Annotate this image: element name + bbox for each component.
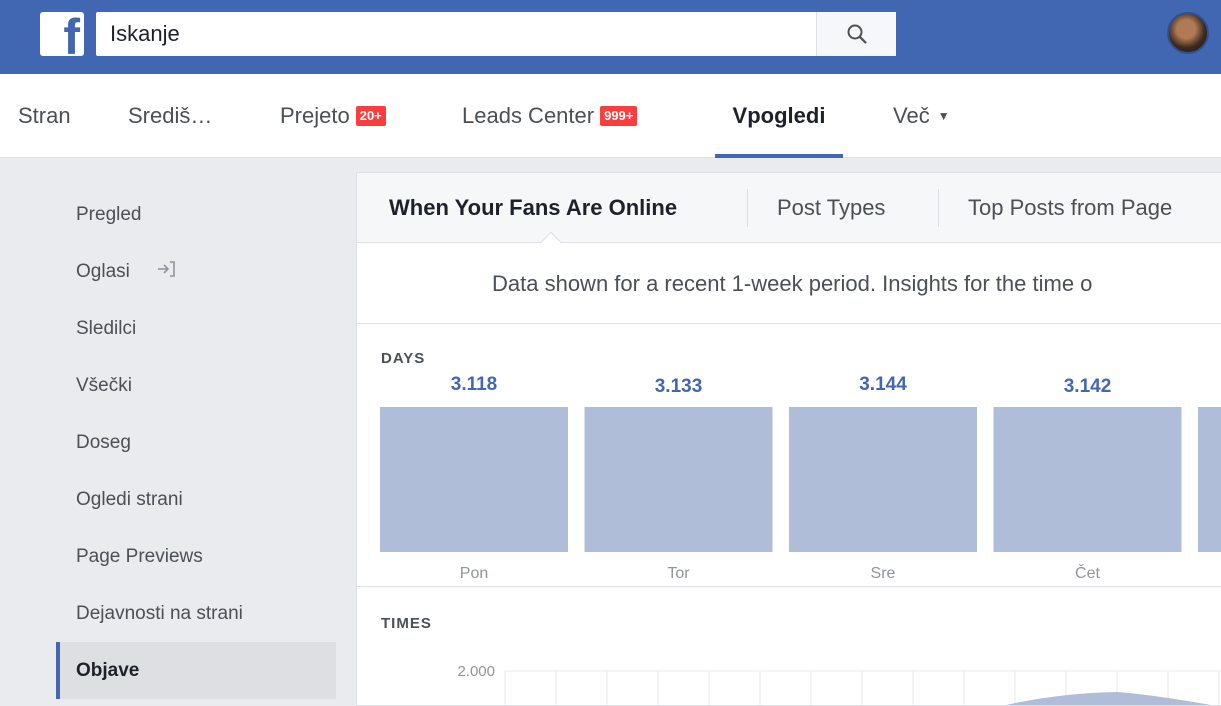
day-bar-0[interactable] <box>380 407 568 552</box>
sidebar-item-label: Oglasi <box>76 260 130 282</box>
sidebar-item-vsecki[interactable]: Všečki <box>56 357 336 414</box>
insights-panel: When Your Fans Are Online Post Types Top… <box>356 172 1221 706</box>
tab-prejeto[interactable]: Prejeto 20+ <box>280 74 386 158</box>
search-box <box>96 12 896 56</box>
sidebar-item-label: Page Previews <box>76 545 203 567</box>
days-bar-chart: 3.118 Pon 3.133 Tor 3.144 Sre 3.142 Čet <box>380 374 1221 582</box>
tab-label: Leads Center <box>462 103 595 128</box>
tab-stran[interactable]: Stran <box>18 74 71 158</box>
sidebar-item-dejavnosti[interactable]: Dejavnosti na strani <box>56 585 336 642</box>
sidebar-item-objave[interactable]: Objave <box>56 642 336 699</box>
tab-label: Stran <box>18 103 71 128</box>
tab-label: Središ… <box>128 103 213 128</box>
sidebar-item-page-previews[interactable]: Page Previews <box>56 528 336 585</box>
profile-avatar[interactable] <box>1167 12 1209 54</box>
sidebar-item-label: Objave <box>76 659 140 681</box>
insights-sidebar: Pregled Oglasi Sledilci Všečki Doseg Ogl… <box>56 186 336 699</box>
day-bar-3[interactable] <box>993 407 1182 552</box>
day-value-label: 3.133 <box>655 376 703 397</box>
search-input[interactable] <box>96 12 816 56</box>
sidebar-item-ogledi-strani[interactable]: Ogledi strani <box>56 471 336 528</box>
tab-vpogledi[interactable]: Vpogledi <box>715 74 843 158</box>
day-value-label: 3.142 <box>1064 376 1112 397</box>
top-bar: f <box>0 0 1221 74</box>
sidebar-item-label: Ogledi strani <box>76 488 183 510</box>
y-tick-label: 2.000 <box>457 663 495 680</box>
sidebar-item-label: Dejavnosti na strani <box>76 602 243 624</box>
day-bar-1[interactable] <box>584 407 773 552</box>
tab-leads-center[interactable]: Leads Center 999+ <box>462 74 638 158</box>
times-label: TIMES <box>381 615 432 632</box>
day-category-label: Tor <box>667 565 690 582</box>
times-area-chart: 2.000 <box>457 663 1221 705</box>
sidebar-item-pregled[interactable]: Pregled <box>56 186 336 243</box>
tab-sredisce[interactable]: Središ… <box>128 74 212 158</box>
login-arrow-icon <box>156 260 176 283</box>
sidebar-item-sledilci[interactable]: Sledilci <box>56 300 336 357</box>
chevron-down-icon: ▼ <box>937 109 950 123</box>
sidebar-item-doseg[interactable]: Doseg <box>56 414 336 471</box>
day-bar-partial[interactable] <box>1198 407 1221 552</box>
facebook-logo-icon[interactable]: f <box>40 12 84 56</box>
day-category-label: Čet <box>1075 563 1100 582</box>
notification-badge: 20+ <box>355 105 386 127</box>
day-bar-2[interactable] <box>789 407 977 552</box>
page-nav: Stran Središ… Prejeto 20+ Leads Center 999… <box>0 74 1221 158</box>
tab-label: Prejeto <box>280 103 350 128</box>
day-category-label: Sre <box>871 565 896 582</box>
sidebar-item-label: Sledilci <box>76 317 137 339</box>
search-button[interactable] <box>816 12 896 56</box>
tab-vec[interactable]: Več ▼ <box>893 74 950 158</box>
day-value-label: 3.144 <box>859 374 907 395</box>
times-area <box>1005 692 1211 705</box>
sidebar-item-label: Doseg <box>76 431 131 453</box>
search-icon <box>847 24 867 44</box>
day-value-label: 3.118 <box>451 374 498 395</box>
tab-label: Vpogledi <box>732 103 826 128</box>
tab-label: Več <box>893 103 930 128</box>
day-category-label: Pon <box>460 565 488 582</box>
sidebar-item-oglasi[interactable]: Oglasi <box>56 243 336 300</box>
sidebar-item-label: Všečki <box>76 374 132 396</box>
sidebar-item-label: Pregled <box>76 203 142 225</box>
notification-badge: 999+ <box>600 105 638 127</box>
